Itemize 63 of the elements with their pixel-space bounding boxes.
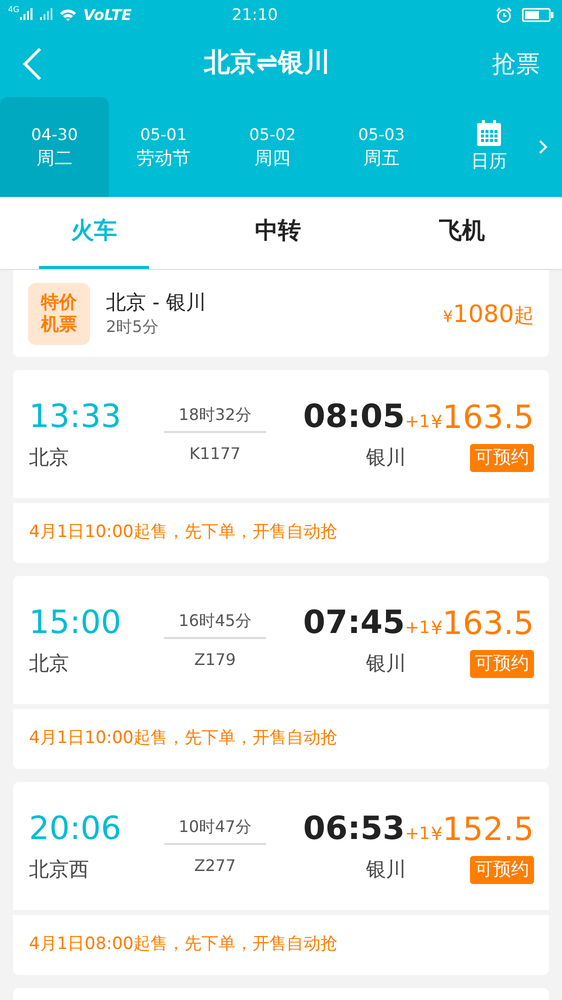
next-day-mark: +1 [404, 823, 430, 846]
currency-sign: ¥ [430, 410, 442, 434]
bookable-badge: 可预约 [470, 650, 534, 678]
currency-sign: ¥ [442, 306, 453, 328]
presale-note: 4月1日08:00起售，先下单，开售自动抢 [29, 933, 338, 956]
flight-price: 1080 [452, 298, 514, 330]
currency-sign: ¥ [430, 616, 442, 640]
calendar-button[interactable]: 日历 [436, 97, 538, 197]
presale-note: 4月1日10:00起售，先下单，开售自动抢 [29, 727, 338, 750]
date-tab[interactable]: 05-02 周四 [218, 97, 327, 197]
battery-icon [522, 8, 554, 22]
chevron-right-icon[interactable] [538, 139, 548, 155]
arrival-station: 银川 [366, 856, 406, 883]
date-tab[interactable]: 05-03 周五 [327, 97, 436, 197]
mode-tab[interactable]: 中转 [223, 197, 333, 269]
bookable-badge: 可预约 [470, 444, 534, 472]
wifi-icon [59, 8, 78, 22]
trip-duration: 16时45分 [164, 608, 266, 638]
train-card[interactable]: 20:06 北京西 10时47分 Z277 06:53+1 银川 ¥152.5 可预约 [13, 782, 549, 910]
alarm-icon [496, 7, 512, 23]
signal-icon [20, 8, 34, 22]
ticket-price: 163.5 [442, 396, 534, 436]
signal-icon [38, 8, 54, 22]
arrival-station: 银川 [366, 444, 406, 471]
departure-time: 13:33 [29, 396, 122, 436]
volte-label: VoLTE [83, 4, 132, 26]
grab-ticket-button[interactable]: 抢票 [492, 46, 540, 82]
flight-offer-card[interactable]: 特价机票 北京 - 银川 2时5分 ¥1080起 [13, 270, 549, 357]
train-number: K1177 [189, 442, 241, 464]
ticket-price: 152.5 [442, 808, 534, 848]
next-day-mark: +1 [404, 411, 430, 434]
arrival-time: 08:05 [303, 396, 405, 436]
date-tab[interactable]: 05-01 劳动节 [109, 97, 218, 197]
special-fare-badge: 特价机票 [28, 282, 90, 344]
train-card[interactable]: 13:33 北京 18时32分 K1177 08:05+1 银川 ¥163.5 可预约 [13, 370, 549, 498]
flight-route: 北京 - 银川 [106, 288, 206, 314]
departure-time: 20:06 [29, 808, 122, 848]
clock-time: 21:10 [232, 4, 278, 26]
departure-station: 北京 [29, 650, 70, 677]
network-type: 4G [8, 6, 20, 14]
flight-duration: 2时5分 [106, 316, 160, 338]
calendar-icon [476, 119, 502, 147]
next-day-mark: +1 [404, 617, 430, 640]
currency-sign: ¥ [430, 822, 442, 846]
arrival-time: 06:53 [303, 808, 405, 848]
route-title: 北京⇌银川 [204, 47, 330, 80]
train-number: Z277 [194, 854, 236, 876]
back-icon[interactable] [22, 46, 42, 80]
train-number: Z179 [194, 648, 236, 670]
departure-station: 北京西 [29, 856, 90, 883]
departure-station: 北京 [29, 444, 70, 471]
price-suffix: 起 [514, 302, 534, 328]
departure-time: 15:00 [29, 602, 122, 642]
trip-duration: 10时47分 [164, 814, 266, 844]
mode-tab[interactable]: 飞机 [407, 197, 517, 269]
date-tab[interactable]: 04-30 周二 [0, 97, 109, 197]
train-card[interactable]: 15:00 北京 16时45分 Z179 07:45+1 银川 ¥163.5 可预约 [13, 576, 549, 704]
presale-note: 4月1日10:00起售，先下单，开售自动抢 [29, 521, 338, 544]
trip-duration: 18时32分 [164, 402, 266, 432]
ticket-price: 163.5 [442, 602, 534, 642]
arrival-time: 07:45 [303, 602, 405, 642]
arrival-station: 银川 [366, 650, 406, 677]
bookable-badge: 可预约 [470, 856, 534, 884]
